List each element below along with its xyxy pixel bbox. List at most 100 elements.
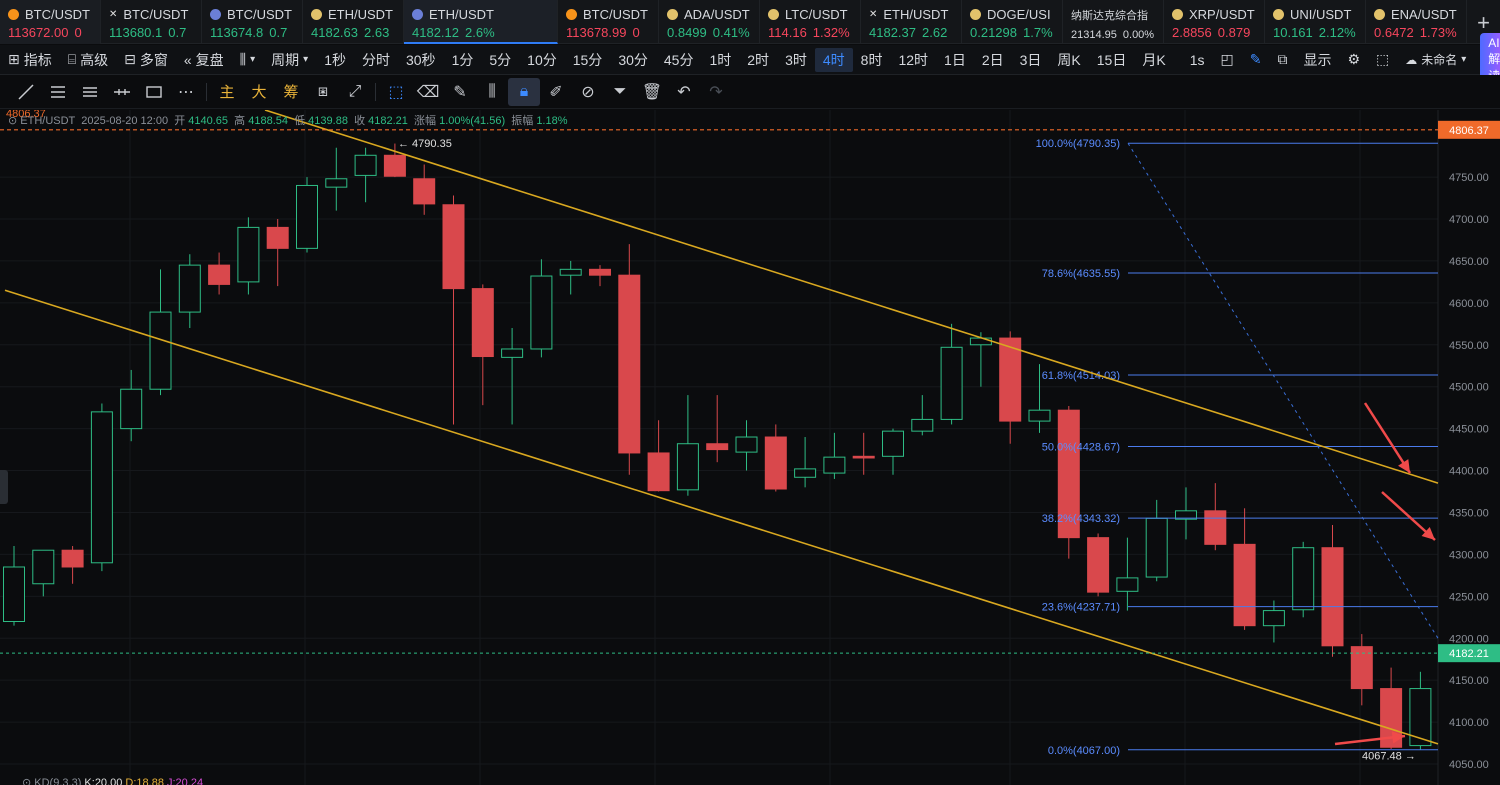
interval-button[interactable]: 15日 — [1089, 50, 1135, 70]
interval-button[interactable]: 30秒 — [398, 50, 444, 70]
interval-button[interactable]: 分时 — [354, 50, 398, 70]
trash-icon[interactable]: 🗑︎ — [636, 78, 668, 106]
measure-icon[interactable]: ⤢ — [339, 78, 371, 106]
ticker-symbol-row: UNI/USDT — [1273, 7, 1365, 22]
period-label: 周期 — [271, 51, 300, 68]
candle-body — [1262, 610, 1285, 627]
interval-button[interactable]: 1秒 — [316, 50, 354, 70]
ticker-tab[interactable]: BTC/USDT 113672.00 0 — [0, 0, 101, 44]
ticker-tab[interactable]: XRP/USDT 2.8856 0.879 — [1164, 0, 1265, 44]
candle-body — [530, 275, 553, 350]
popout-icon[interactable]: ⧉ — [1269, 51, 1295, 68]
interval-button[interactable]: 3日 — [1012, 50, 1050, 70]
ticker-tab[interactable]: LTC/USDT 114.16 1.32% — [760, 0, 861, 44]
price-axis-tick: 4250.00 — [1449, 591, 1489, 603]
lock-icon[interactable]: 🔒︎ — [508, 77, 540, 106]
interval-button[interactable]: 4时 — [814, 47, 853, 72]
divider — [206, 82, 207, 101]
cloud-save-button[interactable]: ☁ 未命名 ▾ — [1397, 51, 1474, 68]
interval-button[interactable]: 周K — [1049, 50, 1088, 70]
ticker-tab[interactable]: ✕ ETH/USDT 4182.37 2.62 — [861, 0, 962, 44]
chart-icon[interactable]: ⫼ — [476, 78, 508, 106]
horizontal-lines-icon[interactable] — [74, 78, 106, 106]
draw-icon[interactable]: ✎ — [444, 78, 476, 106]
ticker-tab[interactable]: UNI/USDT 10.161 2.12% — [1265, 0, 1366, 44]
interval-button[interactable]: 45分 — [656, 50, 702, 70]
interval-button[interactable]: 5分 — [481, 50, 519, 70]
undo-icon[interactable]: ↶ — [668, 78, 700, 106]
price-axis-tick: 4750.00 — [1449, 172, 1489, 184]
period-button[interactable]: 周期 ▾ — [263, 50, 316, 70]
replay-button[interactable]: « 复盘 — [176, 50, 232, 70]
ohlc-symbol: ETH/USDT — [20, 115, 76, 127]
candle-body — [90, 411, 113, 564]
candle-body — [1087, 537, 1110, 593]
gear-icon[interactable]: ⚙ — [1339, 51, 1368, 68]
big-order-button[interactable]: 大 — [243, 78, 275, 106]
exchange-icon: ✕ — [869, 9, 878, 20]
price-chart[interactable]: 4050.00 4100.00 4150.00 4200.00 4250.00 4300.… — [0, 110, 1500, 785]
magic-icon[interactable]: ⧆ — [307, 78, 339, 106]
filter-icon[interactable]: ⏷ — [604, 78, 636, 106]
coin-icon — [1273, 9, 1284, 20]
chips-button[interactable]: 筹 — [275, 78, 307, 106]
ticker-tab[interactable]: DOGE/USI 0.21298 1.7% — [962, 0, 1063, 44]
pen-icon[interactable]: ✎ — [1242, 51, 1270, 68]
interval-button[interactable]: 8时 — [853, 50, 891, 70]
chart-type-button[interactable]: ⫼ ▾ — [232, 51, 263, 68]
eraser-icon[interactable]: ⌫ — [412, 78, 444, 106]
parallel-lines-icon[interactable] — [42, 78, 74, 106]
ticker-symbol-row: BTC/USDT — [210, 7, 302, 22]
one-second-button[interactable]: 1s — [1182, 52, 1213, 68]
rectangle-icon[interactable] — [138, 78, 170, 106]
main-indicator-button[interactable]: 主 — [211, 78, 243, 106]
redo-icon[interactable]: ↷ — [700, 78, 732, 106]
interval-button[interactable]: 月K — [1134, 50, 1173, 70]
interval-button[interactable]: 15分 — [565, 50, 611, 70]
ticker-tab[interactable]: 纳斯达克综合指 21314.95 0.00% — [1063, 0, 1164, 44]
ticker-price: 4182.12 — [412, 25, 459, 40]
interval-button[interactable]: 12时 — [890, 50, 936, 70]
side-panel-handle[interactable] — [0, 470, 8, 504]
advanced-button[interactable]: ⌸ 高级 — [60, 50, 116, 70]
interval-button[interactable]: 3时 — [777, 50, 815, 70]
layout-icon[interactable]: ⬚ — [1368, 51, 1397, 68]
ticker-price-row: 0.6472 1.73% — [1374, 25, 1466, 40]
interval-button[interactable]: 2日 — [974, 50, 1012, 70]
interval-button[interactable]: 2时 — [739, 50, 777, 70]
ticker-symbol-row: ADA/USDT — [667, 7, 759, 22]
interval-button[interactable]: 1日 — [936, 50, 974, 70]
ticker-tab[interactable]: BTC/USDT 113678.99 0 — [558, 0, 659, 44]
horizontal-ray-icon[interactable] — [106, 78, 138, 106]
divider — [375, 82, 376, 101]
interval-button[interactable]: 10分 — [519, 50, 565, 70]
interval-button[interactable]: 30分 — [610, 50, 656, 70]
multi-window-button[interactable]: ⊟ 多窗 — [116, 50, 176, 70]
price-axis-tick: 4200.00 — [1449, 633, 1489, 645]
ticker-price: 113680.1 — [109, 25, 163, 40]
ticker-tab[interactable]: ETH/USDT 4182.63 2.63 — [303, 0, 404, 44]
magnet-icon[interactable]: ⊘ — [572, 78, 604, 106]
ticker-price: 113674.8 — [210, 25, 264, 40]
change-value: 1.00%(41.56) — [439, 115, 506, 127]
camera-icon[interactable]: ◰ — [1212, 51, 1241, 68]
ticker-tab[interactable]: ETH/USDT 4182.12 2.6% — [404, 0, 558, 44]
ticker-tab[interactable]: BTC/USDT 113674.8 0.7 — [202, 0, 303, 44]
interval-button[interactable]: 1分 — [444, 50, 482, 70]
ticker-tab[interactable]: ENA/USDT 0.6472 1.73% — [1366, 0, 1467, 44]
coin-icon — [768, 9, 779, 20]
more-tools-icon[interactable]: ⋯ — [170, 78, 202, 106]
ticker-symbol: BTC/USDT — [583, 7, 648, 22]
indicators-button[interactable]: ⊞ 指标 — [0, 50, 60, 70]
ticker-tab[interactable]: ADA/USDT 0.8499 0.41% — [659, 0, 760, 44]
ticker-price-row: 113678.99 0 — [566, 25, 658, 40]
collapse-icon[interactable]: ⊙ — [8, 115, 17, 127]
select-icon[interactable]: ⬚ — [380, 78, 412, 106]
ticker-tab[interactable]: ✕ BTC/USDT 113680.1 0.7 — [101, 0, 202, 44]
interval-button[interactable]: 1时 — [701, 50, 739, 70]
edit-list-icon[interactable]: ✐ — [540, 78, 572, 106]
kd-collapse-icon[interactable]: ⊙ — [22, 777, 31, 785]
display-button[interactable]: 显示 — [1295, 50, 1339, 70]
indicators-icon: ⊞ — [8, 51, 20, 67]
line-tool-icon[interactable] — [10, 78, 42, 106]
